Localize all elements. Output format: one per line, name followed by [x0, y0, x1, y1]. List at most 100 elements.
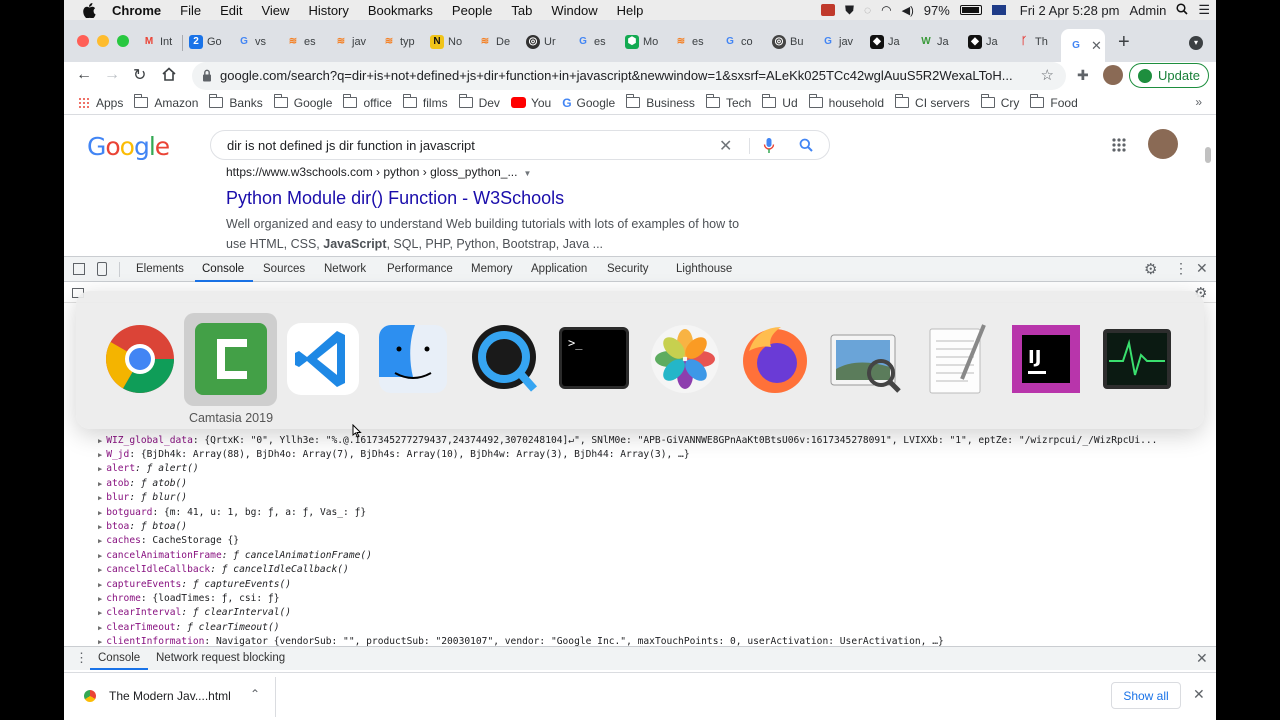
- menu-help[interactable]: Help: [617, 3, 644, 18]
- search-query[interactable]: dir is not defined js dir function in ja…: [227, 138, 475, 153]
- bookmark-ci-servers[interactable]: CI servers: [895, 94, 970, 110]
- tab[interactable]: Ges: [576, 31, 610, 53]
- console-line[interactable]: ▶ alert: ƒ alert(): [98, 463, 199, 477]
- apple-icon[interactable]: [82, 3, 96, 19]
- firefox-app-icon[interactable]: [737, 321, 813, 397]
- tab-memory[interactable]: Memory: [471, 263, 513, 275]
- bookmark-google-link[interactable]: G Google: [562, 96, 615, 110]
- terminal-app-icon[interactable]: >_: [556, 321, 632, 397]
- quicktime-app-icon[interactable]: [466, 321, 542, 397]
- drawer-tab-network-request-blocking[interactable]: Network request blocking: [156, 652, 285, 664]
- expand-triangle-icon[interactable]: ▶: [98, 509, 102, 517]
- expand-triangle-icon[interactable]: ▶: [98, 523, 102, 531]
- tab[interactable]: ≋ jav: [334, 31, 368, 53]
- console-line[interactable]: ▶ blur: ƒ blur(): [98, 492, 187, 506]
- bookmark-apps[interactable]: Apps: [78, 96, 123, 110]
- sync-icon[interactable]: ◌: [864, 3, 871, 17]
- camtasia-app-icon[interactable]: [193, 321, 269, 397]
- search-icon[interactable]: [799, 138, 813, 155]
- tab[interactable]: M Int: [142, 31, 176, 53]
- download-filename[interactable]: The Modern Jav....html: [109, 689, 231, 703]
- tab[interactable]: ◎ Bu: [772, 31, 806, 53]
- menu-file[interactable]: File: [180, 3, 201, 18]
- result-url[interactable]: https://www.w3schools.com › python › glo…: [226, 165, 531, 179]
- tab[interactable]: W Ja: [919, 31, 953, 53]
- tab[interactable]: N No: [430, 31, 464, 53]
- minimize-window-button[interactable]: [97, 35, 109, 47]
- tab-security[interactable]: Security: [607, 263, 649, 275]
- expand-triangle-icon[interactable]: ▶: [98, 537, 102, 545]
- new-tab-button[interactable]: +: [1118, 31, 1130, 54]
- tab[interactable]: Gvs: [237, 31, 271, 53]
- bookmark-ud[interactable]: Ud: [762, 94, 798, 110]
- tab[interactable]: ◆ Ja: [968, 31, 1002, 53]
- scrollbar[interactable]: [1205, 147, 1211, 163]
- console-line[interactable]: ▶ clearInterval: ƒ clearInterval(): [98, 607, 291, 621]
- console-line[interactable]: ▶ captureEvents: ƒ captureEvents(): [98, 579, 291, 593]
- menu-edit[interactable]: Edit: [220, 3, 242, 18]
- flag-icon[interactable]: [991, 5, 1006, 15]
- expand-triangle-icon[interactable]: ▶: [98, 581, 102, 589]
- menu-view[interactable]: View: [261, 3, 289, 18]
- tab[interactable]: ⬢ Mo: [625, 31, 659, 53]
- show-all-downloads-button[interactable]: Show all: [1111, 682, 1181, 709]
- menu-chrome[interactable]: Chrome: [112, 3, 161, 18]
- bookmark-banks[interactable]: Banks: [209, 94, 263, 110]
- console-line[interactable]: ▶ cancelIdleCallback: ƒ cancelIdleCallbac…: [98, 564, 349, 578]
- zoom-window-button[interactable]: [117, 35, 129, 47]
- battery-icon[interactable]: [959, 5, 982, 15]
- clear-icon[interactable]: ✕: [719, 136, 732, 156]
- close-shelf-icon[interactable]: ✕: [1193, 686, 1205, 703]
- lock-icon[interactable]: [202, 69, 212, 85]
- bookmark-dev[interactable]: Dev: [458, 94, 500, 110]
- omnibox[interactable]: google.com/search?q=dir+is+not+defined+j…: [192, 62, 1066, 90]
- expand-triangle-icon[interactable]: ▶: [98, 437, 102, 445]
- tab[interactable]: ≋ es: [674, 31, 708, 53]
- reload-icon[interactable]: ↻: [133, 65, 146, 85]
- back-icon[interactable]: ←: [76, 66, 92, 84]
- bookmark-amazon[interactable]: Amazon: [134, 94, 198, 110]
- tab[interactable]: ≋ typ: [382, 31, 416, 53]
- control-center-icon[interactable]: ☰: [1198, 2, 1210, 18]
- expand-triangle-icon[interactable]: ▶: [98, 566, 102, 574]
- update-button[interactable]: Update: [1129, 63, 1209, 88]
- bookmark-star-icon[interactable]: ☆: [1041, 66, 1054, 84]
- shield-icon[interactable]: ⛊: [845, 3, 854, 18]
- google-logo[interactable]: Google: [87, 132, 170, 161]
- forward-icon[interactable]: →: [104, 66, 120, 84]
- activity-monitor-app-icon[interactable]: [1099, 321, 1175, 397]
- device-toolbar-icon[interactable]: [97, 262, 107, 276]
- bookmark-films[interactable]: films: [402, 94, 448, 110]
- vscode-app-icon[interactable]: [285, 321, 361, 397]
- tab-elements[interactable]: Elements: [136, 263, 184, 275]
- google-account-avatar[interactable]: [1148, 129, 1178, 159]
- more-options-icon[interactable]: ▼: [523, 169, 531, 178]
- microphone-icon[interactable]: [763, 137, 775, 157]
- tab-lighthouse[interactable]: Lighthouse: [676, 263, 732, 275]
- menu-people[interactable]: People: [452, 3, 492, 18]
- profile-avatar[interactable]: [1103, 65, 1123, 85]
- settings-gear-icon[interactable]: ⚙: [1144, 260, 1157, 278]
- expand-triangle-icon[interactable]: ▶: [98, 480, 102, 488]
- wifi-icon[interactable]: ◠: [881, 3, 891, 17]
- console-line[interactable]: ▶ atob: ƒ atob(): [98, 478, 187, 492]
- expand-triangle-icon[interactable]: ▶: [98, 494, 102, 502]
- close-window-button[interactable]: [77, 35, 89, 47]
- photos-app-icon[interactable]: [647, 321, 723, 397]
- tab[interactable]: 2 Go: [189, 31, 223, 53]
- expand-triangle-icon[interactable]: ▶: [98, 595, 102, 603]
- google-apps-icon[interactable]: [1112, 138, 1126, 155]
- tab-active[interactable]: G ✕: [1061, 29, 1105, 62]
- close-tab-icon[interactable]: ✕: [1091, 38, 1102, 54]
- user-name[interactable]: Admin: [1129, 3, 1166, 18]
- inspect-element-icon[interactable]: [73, 263, 85, 275]
- menu-tab[interactable]: Tab: [511, 3, 532, 18]
- bookmark-food[interactable]: Food: [1030, 94, 1078, 110]
- expand-triangle-icon[interactable]: ▶: [98, 552, 102, 560]
- console-line[interactable]: ▶ clearTimeout: ƒ clearTimeout(): [98, 622, 280, 636]
- console-line[interactable]: ▶ cancelAnimationFrame: ƒ cancelAnimation…: [98, 550, 372, 564]
- tab[interactable]: Gco: [723, 31, 757, 53]
- close-drawer-icon[interactable]: ✕: [1196, 650, 1208, 667]
- console-line[interactable]: ▶ chrome: {loadTimes: ƒ, csi: ƒ}: [98, 593, 280, 607]
- spotlight-icon[interactable]: [1176, 2, 1188, 18]
